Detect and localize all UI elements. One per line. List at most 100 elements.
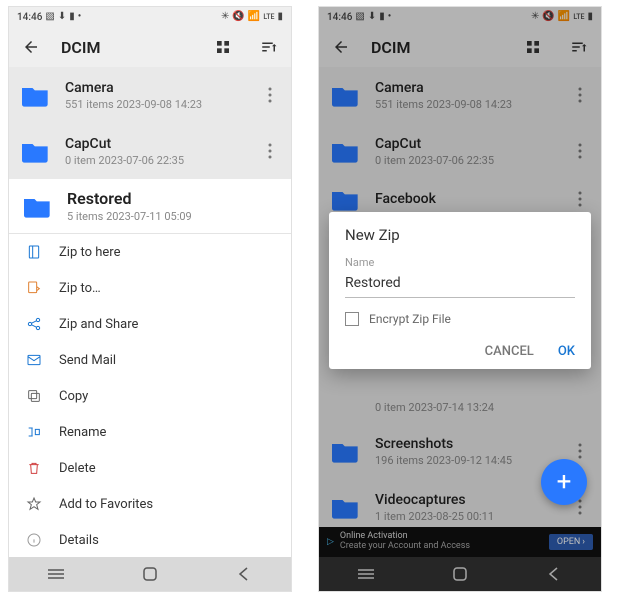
ad-line2: Create your Account and Access [340, 542, 470, 552]
trash-icon [25, 459, 43, 477]
selected-folder-name: Restored [67, 189, 277, 208]
folder-name: CapCut [65, 136, 247, 152]
lte-icon: LTE [263, 14, 274, 21]
status-time: 14:46 [327, 12, 352, 23]
menu-label: Copy [59, 389, 88, 404]
mute-icon: 🔇 [542, 12, 554, 22]
phone-left: 14:46 ▧ ⬇ ▮ • ✳ 🔇 📶 LTE ▮ DCIM [8, 6, 292, 592]
view-grid-icon[interactable] [523, 37, 543, 57]
copy-icon [25, 387, 43, 405]
wifi-icon: 📶 [248, 12, 260, 22]
sort-icon[interactable] [569, 37, 589, 57]
app-bar: DCIM [319, 27, 601, 67]
folder-icon [331, 184, 361, 214]
dialog-title: New Zip [345, 226, 575, 244]
bluetooth-icon: ✳ [531, 12, 539, 22]
mute-icon: 🔇 [232, 12, 244, 22]
folder-icon [331, 391, 361, 421]
sort-icon[interactable] [259, 37, 279, 57]
folder-icon [331, 492, 361, 522]
more-icon[interactable] [261, 80, 279, 110]
lte-icon: LTE [573, 14, 584, 21]
zip-name-input[interactable] [345, 271, 575, 298]
ad-banner[interactable]: ▷ Online Activation Create your Account … [319, 527, 601, 557]
more-icon[interactable] [571, 184, 589, 214]
encrypt-checkbox-row[interactable]: Encrypt Zip File [345, 312, 575, 326]
menu-label: Details [59, 533, 99, 548]
context-menu: Zip to here Zip to… Zip and Share Send M… [9, 234, 291, 557]
plus-icon: + [557, 469, 572, 495]
ad-open-button[interactable]: OPEN› [549, 534, 593, 550]
status-time: 14:46 [17, 12, 42, 23]
share-icon [25, 315, 43, 333]
folder-meta: 0 item 2023-07-06 22:35 [65, 154, 247, 167]
ok-button[interactable]: OK [558, 344, 575, 359]
battery-icon: ▮ [277, 12, 283, 22]
status-icon: ▧ [355, 12, 364, 22]
recents-button[interactable] [36, 564, 76, 584]
folder-meta: 551 items 2023-09-08 14:23 [65, 98, 247, 111]
folder-meta: 0 item 2023-07-06 22:35 [375, 154, 557, 167]
menu-send-mail[interactable]: Send Mail [9, 342, 291, 378]
phone-right: 14:46 ▧ ⬇ ▮ • ✳ 🔇 📶 LTE ▮ DCIM Camera [318, 6, 602, 592]
menu-copy[interactable]: Copy [9, 378, 291, 414]
new-zip-dialog: New Zip Name Encrypt Zip File CANCEL OK [329, 212, 591, 369]
folder-row[interactable]: Camera 551 items 2023-09-08 14:23 [9, 67, 291, 123]
system-nav-bar [319, 557, 601, 591]
view-grid-icon[interactable] [213, 37, 233, 57]
back-button[interactable] [224, 564, 264, 584]
folder-row[interactable]: CapCut 0 item 2023-07-06 22:35 [9, 123, 291, 179]
home-button[interactable] [440, 564, 480, 584]
menu-label: Zip to here [59, 245, 120, 260]
status-icon: • [78, 12, 82, 22]
wifi-icon: 📶 [558, 12, 570, 22]
menu-delete[interactable]: Delete [9, 450, 291, 486]
menu-label: Zip and Share [59, 317, 138, 332]
folder-icon [21, 136, 51, 166]
zip-to-icon [25, 279, 43, 297]
menu-zip-here[interactable]: Zip to here [9, 234, 291, 270]
folder-icon [331, 436, 361, 466]
folder-icon [21, 80, 51, 110]
folder-name: Camera [65, 80, 247, 96]
back-icon[interactable] [331, 37, 351, 57]
info-icon [25, 531, 43, 549]
folder-icon [331, 80, 361, 110]
menu-zip-to[interactable]: Zip to… [9, 270, 291, 306]
recents-button[interactable] [346, 564, 386, 584]
menu-label: Rename [59, 425, 106, 440]
more-icon[interactable] [261, 136, 279, 166]
folder-name: Camera [375, 80, 557, 96]
folder-row[interactable]: CapCut0 item 2023-07-06 22:35 [319, 123, 601, 179]
folder-row[interactable]: Camera551 items 2023-09-08 14:23 [319, 67, 601, 123]
menu-zip-share[interactable]: Zip and Share [9, 306, 291, 342]
back-icon[interactable] [21, 37, 41, 57]
menu-favorite[interactable]: Add to Favorites [9, 486, 291, 522]
folder-name: Facebook [375, 191, 557, 207]
checkbox-icon[interactable] [345, 312, 359, 326]
back-button[interactable] [534, 564, 574, 584]
folder-row[interactable]: 0 item 2023-07-14 13:24 [319, 389, 601, 423]
mail-icon [25, 351, 43, 369]
dialog-field-label: Name [345, 256, 575, 269]
rename-icon [25, 423, 43, 441]
more-icon[interactable] [571, 136, 589, 166]
battery-icon: ▮ [587, 12, 593, 22]
home-button[interactable] [130, 564, 170, 584]
folder-icon [23, 191, 53, 221]
folder-meta: 0 item 2023-07-14 13:24 [375, 401, 589, 414]
more-icon[interactable] [571, 80, 589, 110]
status-bar: 14:46 ▧ ⬇ ▮ • ✳ 🔇 📶 LTE ▮ [9, 7, 291, 27]
folder-meta: 196 items 2023-09-12 14:45 [375, 454, 557, 467]
menu-details[interactable]: Details [9, 522, 291, 557]
fab-add[interactable]: + [541, 459, 587, 505]
menu-rename[interactable]: Rename [9, 414, 291, 450]
ad-play-icon: ▷ [327, 537, 334, 547]
folder-name: Screenshots [375, 436, 557, 452]
selected-folder-meta: 5 items 2023-07-11 05:09 [67, 210, 277, 223]
cancel-button[interactable]: CANCEL [485, 344, 534, 359]
star-icon [25, 495, 43, 513]
menu-label: Send Mail [59, 353, 116, 368]
encrypt-label: Encrypt Zip File [369, 312, 451, 326]
page-title: DCIM [371, 38, 503, 57]
